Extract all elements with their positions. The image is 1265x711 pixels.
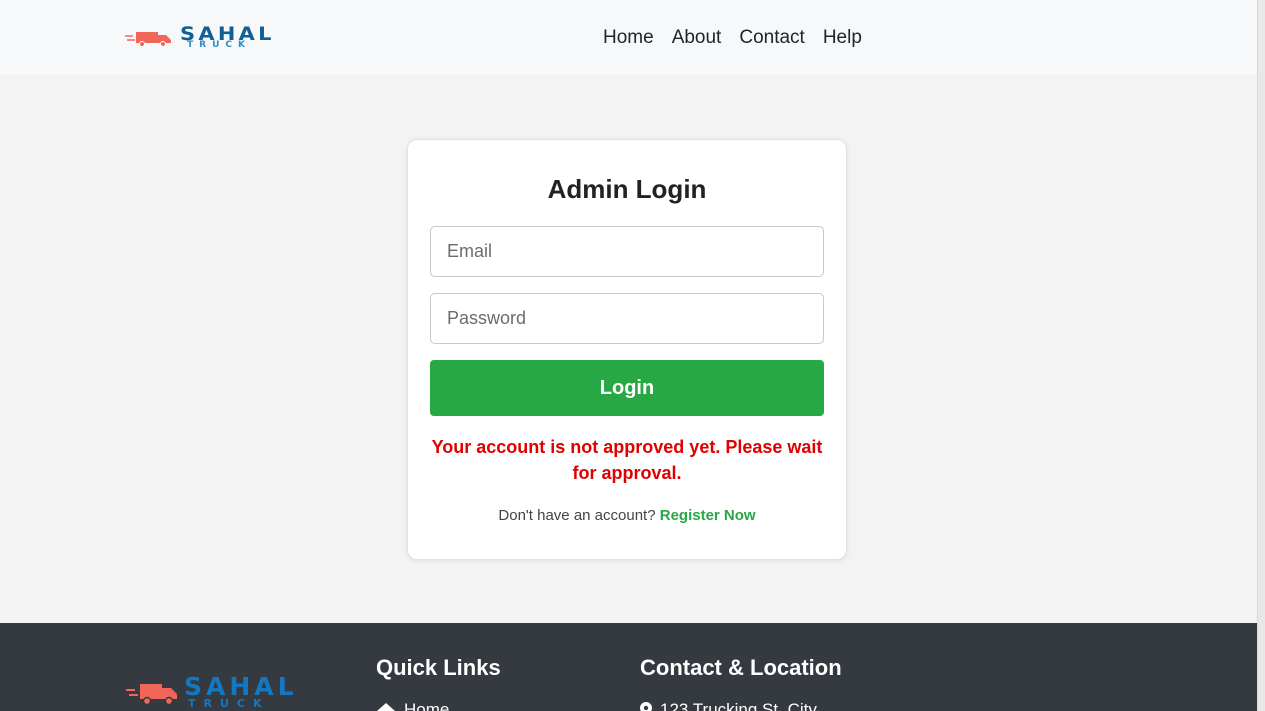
navbar: SAHAL TRUCK Home About Contact Help: [0, 0, 1257, 75]
footer: SAHAL TRUCK Quick Links Contact & Locati…: [0, 623, 1257, 711]
main-nav: Home About Contact Help: [603, 26, 862, 50]
home-icon: [377, 703, 395, 711]
nav-home-link[interactable]: Home: [603, 26, 654, 50]
truck-icon: [125, 32, 171, 47]
login-button[interactable]: Login: [430, 360, 824, 416]
register-prompt-text: Don't have an account?: [498, 507, 656, 524]
login-card: Admin Login Login Your account is not ap…: [407, 139, 847, 560]
email-field[interactable]: [430, 226, 824, 277]
nav-help-link[interactable]: Help: [823, 26, 862, 50]
brand-sub: TRUCK: [187, 40, 251, 50]
password-field[interactable]: [430, 293, 824, 344]
register-prompt-line: Don't have an account? Register Now: [408, 506, 846, 526]
quick-links-heading: Quick Links: [376, 655, 501, 680]
footer-address: 123 Trucking St, City: [640, 699, 817, 711]
footer-home-label: Home: [404, 700, 450, 711]
nav-contact-link[interactable]: Contact: [739, 26, 804, 50]
footer-home-link[interactable]: Home: [376, 699, 449, 711]
footer-brand-sub: TRUCK: [188, 697, 270, 710]
truck-icon: [126, 684, 177, 706]
login-title: Admin Login: [547, 174, 707, 204]
register-now-link[interactable]: Register Now: [660, 507, 756, 524]
footer-brand-logo[interactable]: SAHAL TRUCK: [126, 673, 306, 711]
page-scrollbar[interactable]: [1257, 0, 1265, 711]
approval-error-message: Your account is not approved yet. Please…: [431, 437, 823, 483]
nav-about-link[interactable]: About: [672, 26, 722, 50]
footer-address-text: 123 Trucking St, City: [660, 700, 817, 711]
location-pin-icon: [640, 702, 652, 711]
contact-location-heading: Contact & Location: [640, 655, 842, 680]
brand-logo[interactable]: SAHAL TRUCK: [125, 24, 297, 50]
